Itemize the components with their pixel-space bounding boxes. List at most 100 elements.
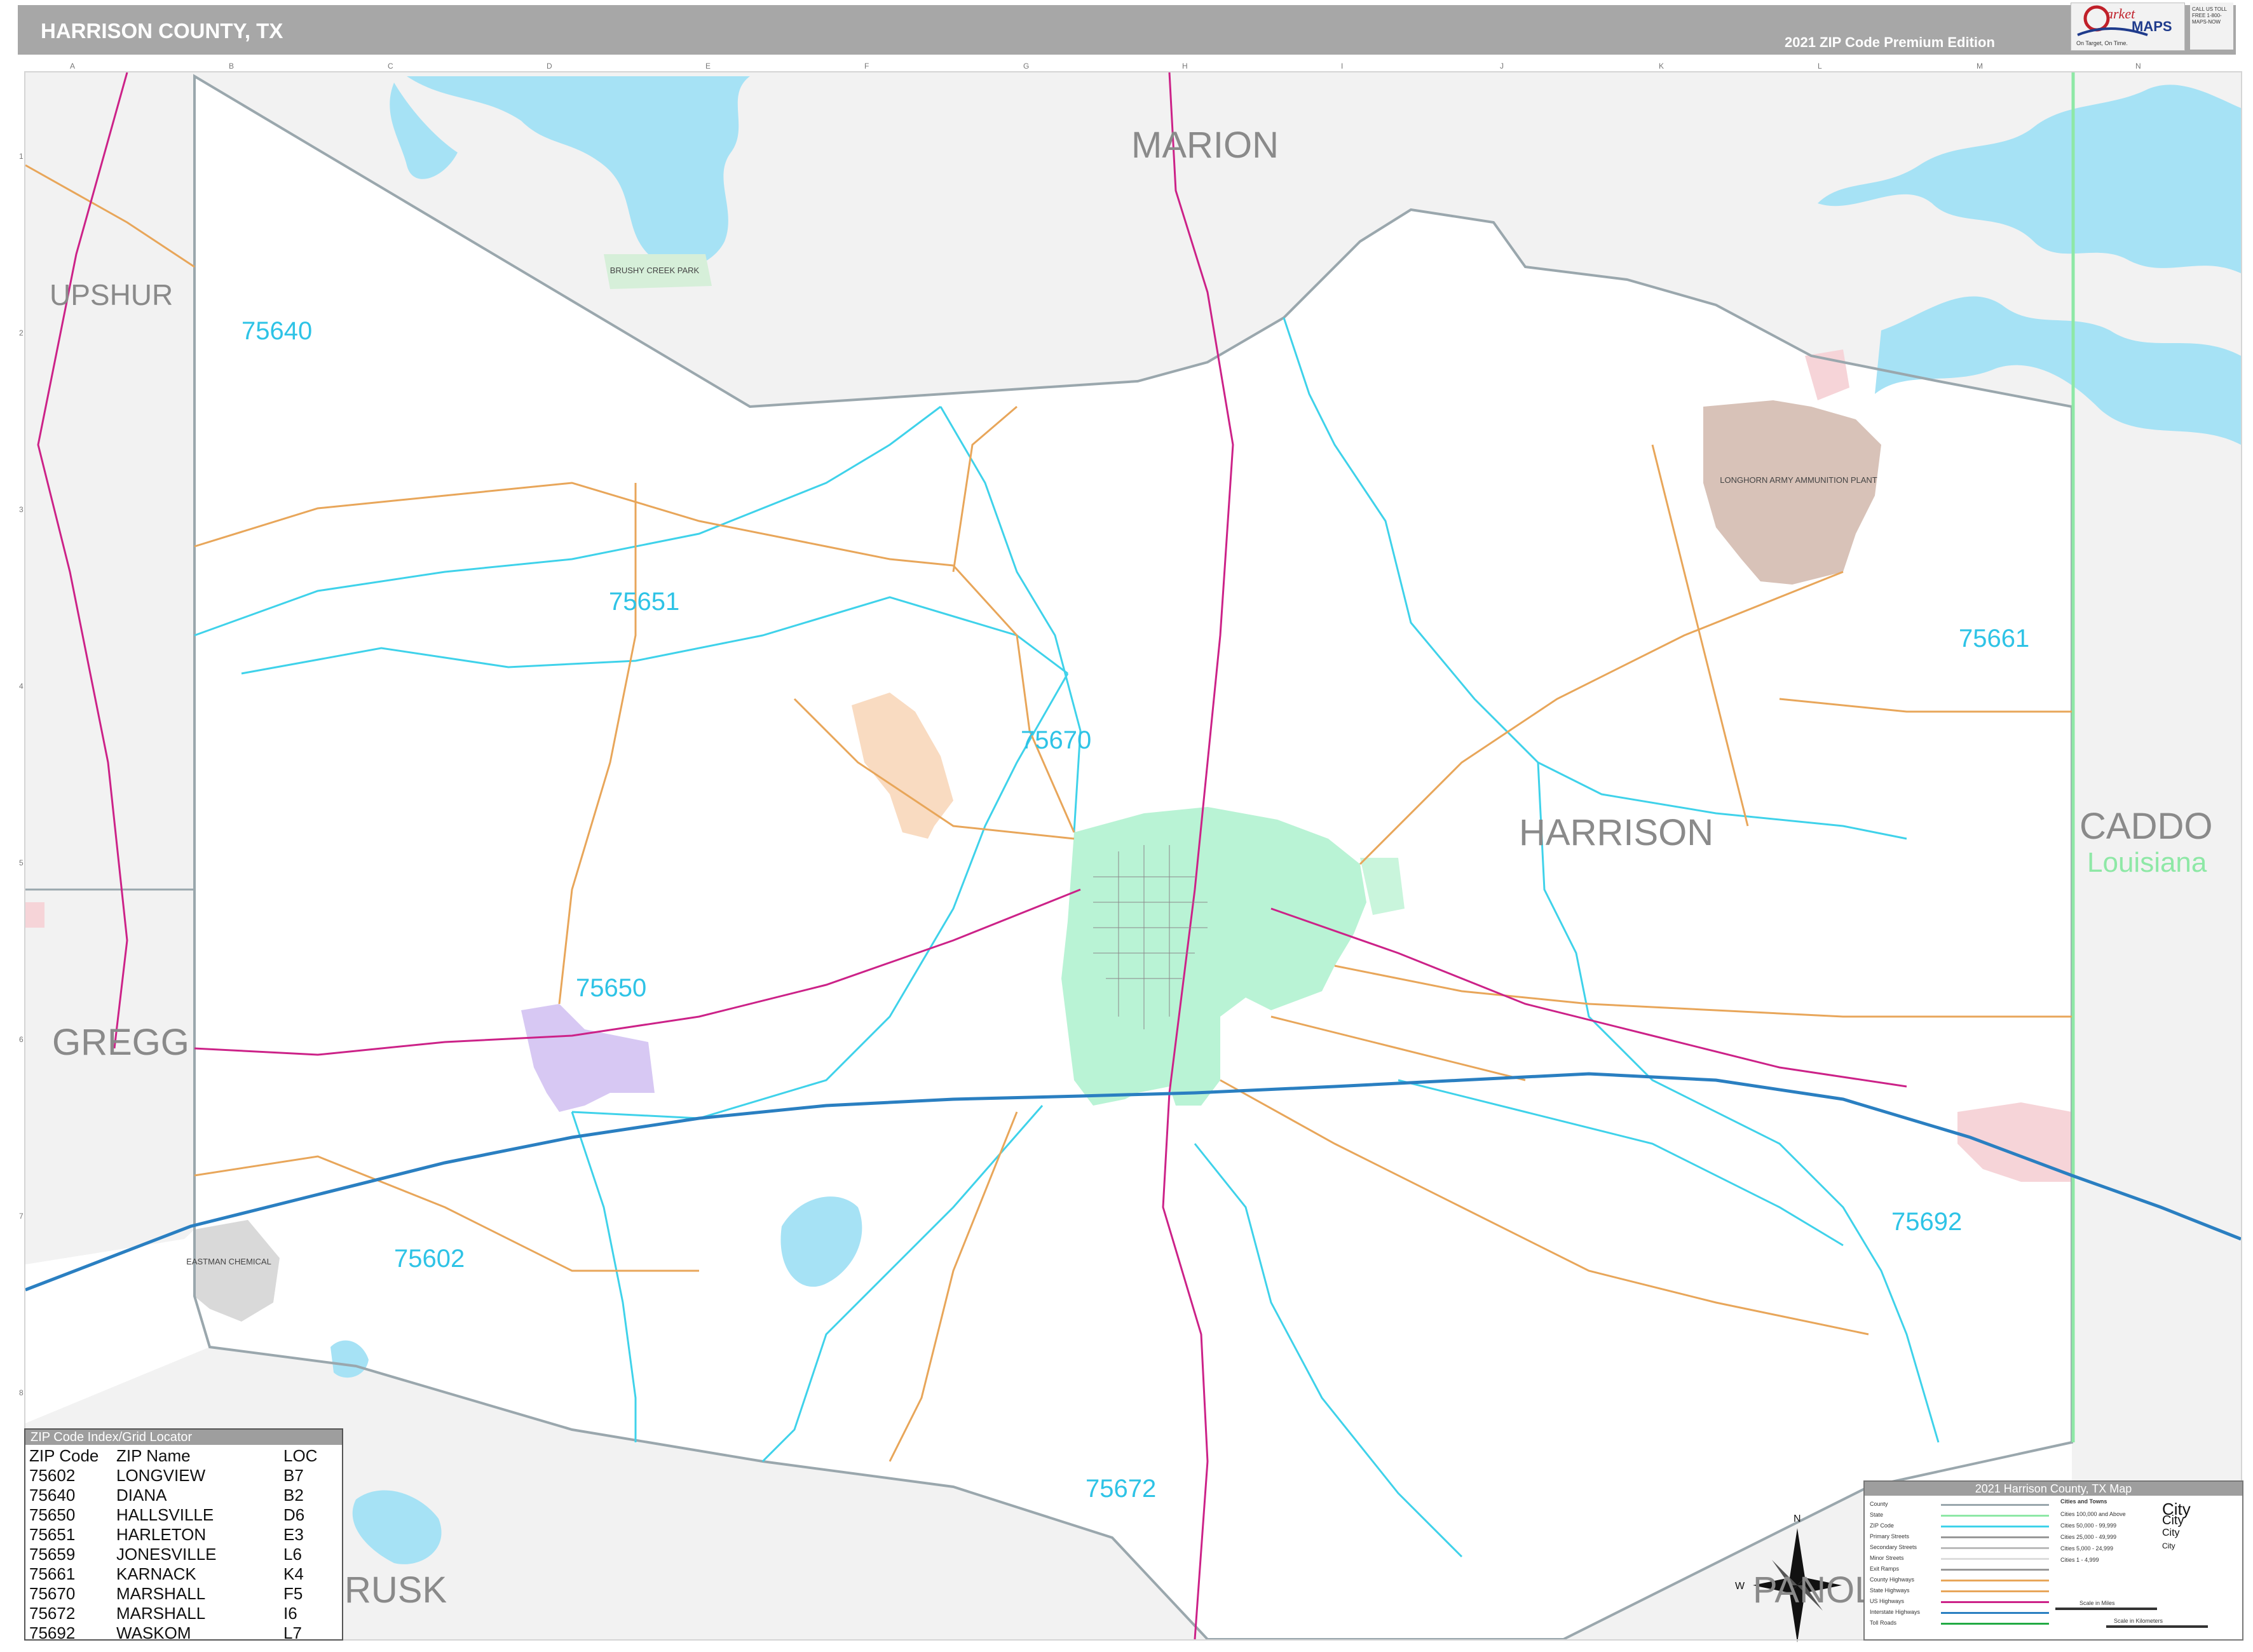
grid-col-L: L [1818,62,1822,71]
grid-row-labels: 1 2 3 4 5 6 7 8 [19,152,24,1397]
legend-item-label: County [1870,1501,1888,1507]
zip-index-header-row: ZIP Code ZIP Name LOC [29,1446,317,1466]
grid-col-B: B [229,62,234,71]
grid-row-2: 2 [19,328,24,337]
table-row: 75602 LONGVIEW B7 [29,1466,317,1486]
zip-code-cell: 75661 [29,1564,76,1583]
table-row: 75670 MARSHALL F5 [29,1584,317,1604]
zip-name-cell: MARSHALL [116,1604,206,1623]
zip-index-table: ZIP Code ZIP Name LOC 75602 LONGVIEW B7 75… [29,1446,317,1643]
zip-loc-cell: I6 [283,1604,297,1623]
table-row: 75651 HARLETON E3 [29,1525,317,1545]
grid-row-1: 1 [19,152,24,161]
legend-item-label: Primary Streets [1870,1533,1910,1540]
grid-col-M: M [1977,62,1983,71]
zip-code-cell: 75692 [29,1623,76,1642]
legend-city-sample: City [2162,1513,2184,1527]
legend-item-label: ZIP Code [1870,1522,1894,1529]
legend-title: 2021 Harrison County, TX Map [1865,1482,2242,1496]
zip-loc-cell: L7 [283,1623,302,1642]
zip-name-cell: KARNACK [116,1564,196,1583]
zip-loc-cell: F5 [283,1584,303,1603]
grid-col-J: J [1500,62,1504,71]
grid-column-labels: A B C D E F G H I J K L M N [70,62,2141,71]
legend-item-label: Toll Roads [1870,1620,1897,1626]
map-legend: 2021 Harrison County, TX Map County State… [1863,1480,2243,1641]
zip-name-cell: HALLSVILLE [116,1505,214,1524]
zip-loc-cell: K4 [283,1564,304,1583]
legend-city-item: Cities 50,000 - 99,999 [2060,1522,2117,1529]
legend-item-swatch [1941,1569,2049,1571]
zip-loc-cell: L6 [283,1545,302,1564]
zip-index-title: ZIP Code Index/Grid Locator [25,1430,342,1445]
legend-city-sample: City [2162,1541,2175,1550]
table-row: 75692 WASKOM L7 [29,1623,317,1643]
grid-col-G: G [1023,62,1029,71]
legend-item-swatch [1941,1623,2049,1625]
zip-loc-cell: D6 [283,1505,305,1524]
zip-loc-cell: B7 [283,1466,304,1485]
zip-loc-cell: B2 [283,1486,304,1505]
legend-city-item: Cities 5,000 - 24,999 [2060,1545,2114,1552]
map-frame [24,71,2242,1641]
zip-code-cell: 75650 [29,1505,76,1524]
legend-item-swatch [1941,1504,2049,1506]
legend-item-swatch [1941,1590,2049,1592]
legend-city-item: Cities 1 - 4,999 [2060,1557,2099,1563]
grid-col-A: A [70,62,75,71]
legend-scale-miles: Scale in Miles [2079,1600,2115,1606]
legend-item-swatch [1941,1558,2049,1560]
legend-item-swatch [1941,1612,2049,1614]
grid-row-5: 5 [19,858,24,867]
zip-name-cell: WASKOM [116,1623,191,1642]
legend-item-label: State Highways [1870,1587,1910,1594]
legend-city-sample: City [2162,1527,2180,1538]
zip-name-cell: JONESVILLE [116,1545,217,1564]
table-row: 75661 KARNACK K4 [29,1564,317,1584]
legend-item-label: County Highways [1870,1576,1915,1583]
grid-col-C: C [388,62,393,71]
legend-city-header: Cities and Towns [2060,1498,2107,1505]
legend-item-swatch [1941,1547,2049,1549]
zip-code-cell: 75602 [29,1466,76,1485]
legend-item-swatch [1941,1515,2049,1517]
zip-code-cell: 75651 [29,1525,76,1544]
grid-col-I: I [1341,62,1343,71]
legend-item-swatch [1941,1580,2049,1581]
grid-row-4: 4 [19,682,24,691]
legend-item-label: US Highways [1870,1598,1905,1604]
zip-name-cell: HARLETON [116,1525,207,1544]
grid-col-F: F [864,62,869,71]
grid-row-8: 8 [19,1388,24,1397]
legend-scale-km: Scale in Kilometers [2114,1618,2163,1624]
grid-col-H: H [1182,62,1188,71]
zip-code-cell: 75640 [29,1486,76,1505]
legend-item-label: Interstate Highways [1870,1609,1921,1615]
table-row: 75640 DIANA B2 [29,1486,317,1505]
table-row: 75659 JONESVILLE L6 [29,1545,317,1564]
legend-scale-bar-km [2106,1625,2208,1628]
legend-city-item: Cities 100,000 and Above [2060,1511,2126,1517]
grid-col-K: K [1659,62,1664,71]
grid-col-N: N [2135,62,2141,71]
zip-name-cell: MARSHALL [116,1584,206,1603]
legend-item-label: Minor Streets [1870,1555,1904,1561]
zip-code-cell: 75672 [29,1604,76,1623]
legend-city-item: Cities 25,000 - 49,999 [2060,1534,2117,1540]
zip-name-cell: DIANA [116,1486,167,1505]
legend-item-swatch [1941,1601,2049,1603]
zip-code-cell: 75659 [29,1545,76,1564]
grid-row-3: 3 [19,505,24,514]
zip-code-cell: 75670 [29,1584,76,1603]
legend-item-swatch [1941,1526,2049,1527]
grid-row-7: 7 [19,1212,24,1221]
grid-col-E: E [705,62,711,71]
grid-col-D: D [547,62,552,71]
legend-item-label: State [1870,1512,1884,1518]
table-row: 75650 HALLSVILLE D6 [29,1505,317,1525]
legend-item-label: Secondary Streets [1870,1544,1917,1550]
table-row: 75672 MARSHALL I6 [29,1604,317,1623]
zip-index-header-loc: LOC [283,1446,318,1465]
legend-item-label: Exit Ramps [1870,1566,1900,1572]
legend-item-swatch [1941,1536,2049,1538]
